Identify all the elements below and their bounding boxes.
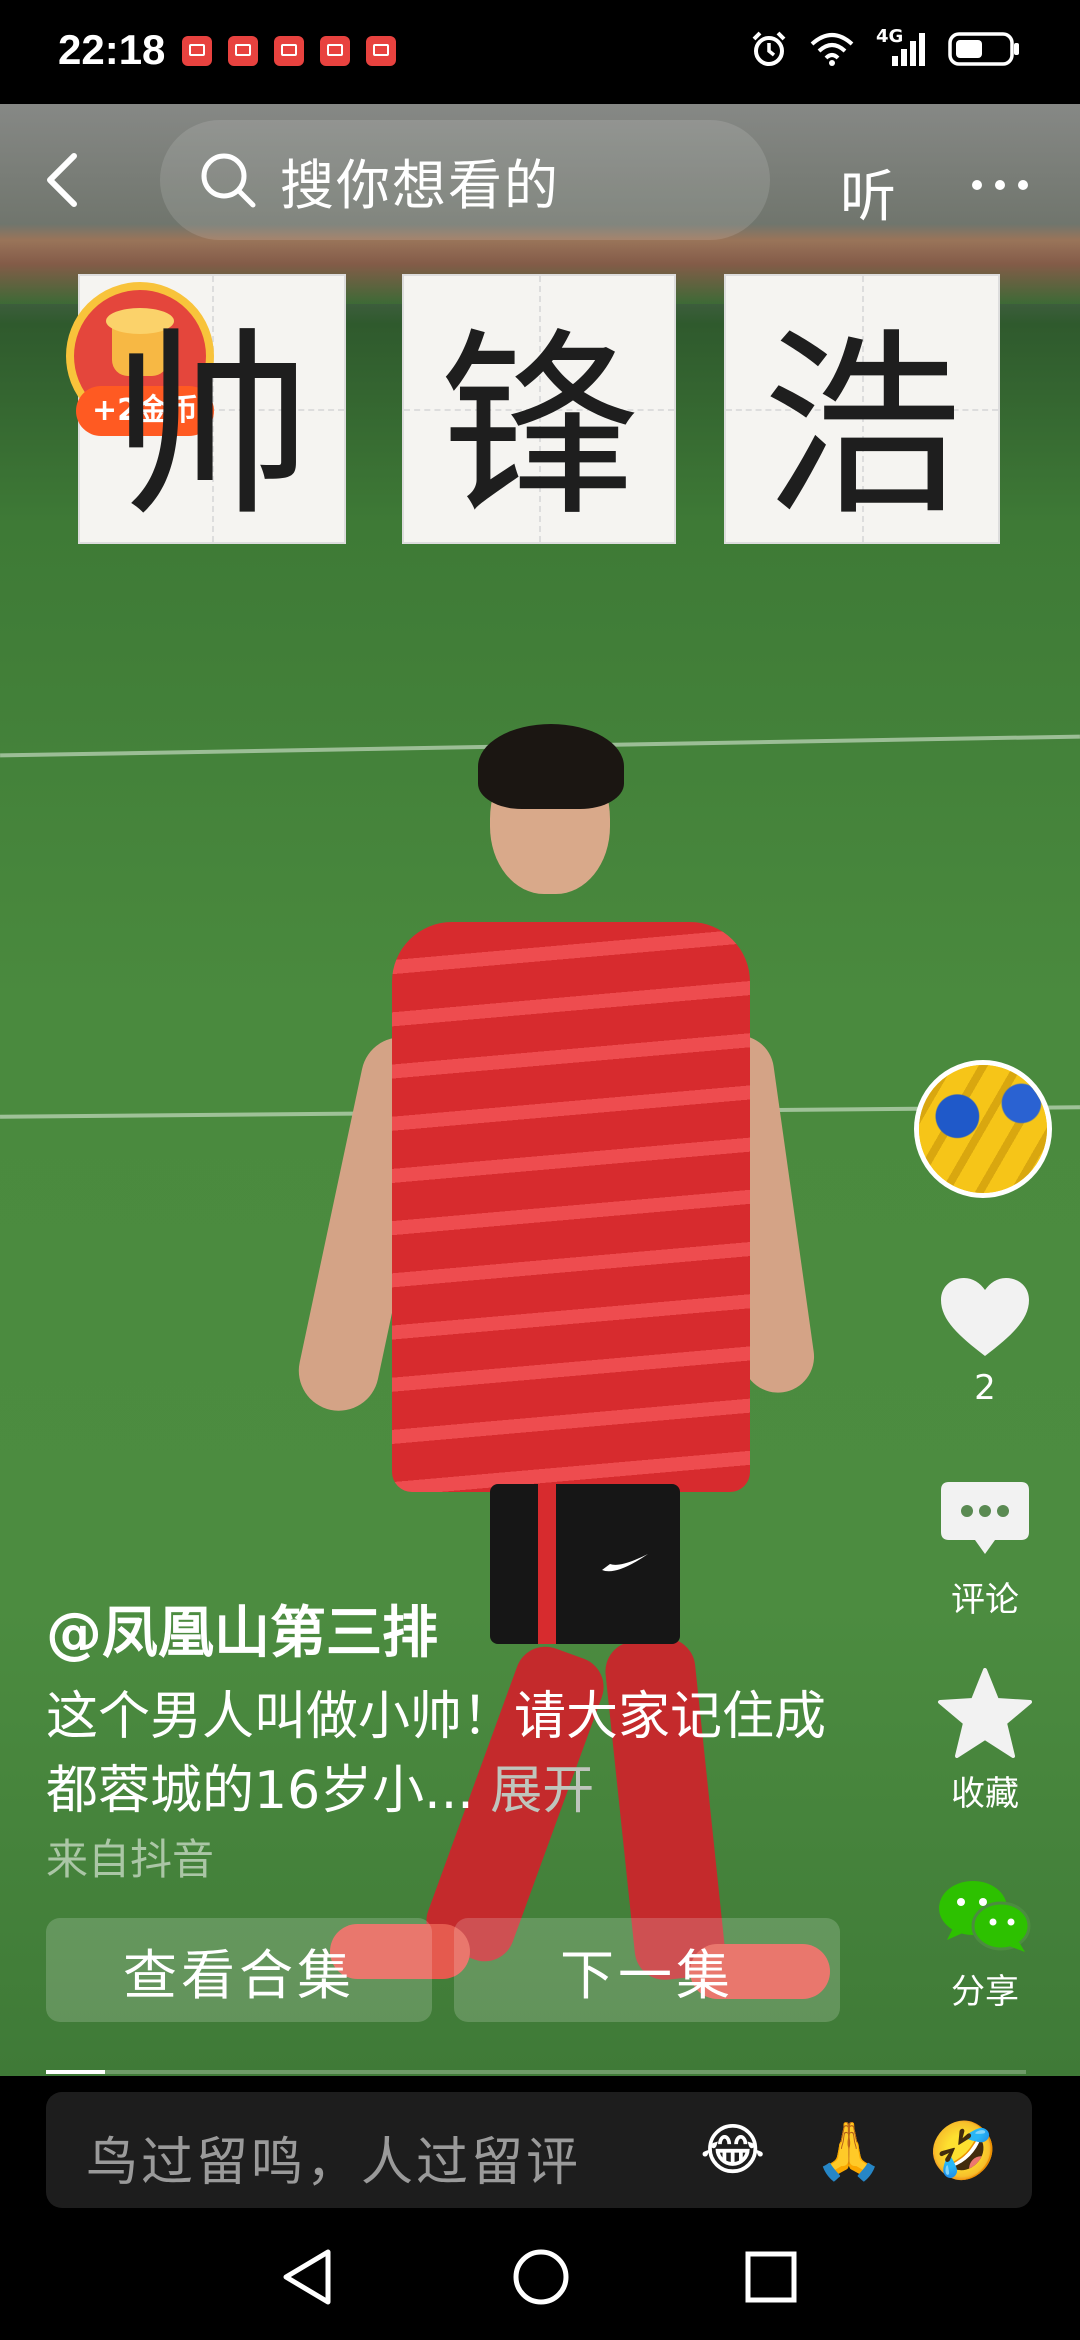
comment-icon bbox=[941, 1482, 1029, 1554]
dot-icon bbox=[972, 180, 982, 190]
status-bar: 22:18 4G bbox=[0, 0, 1080, 104]
description-text: 这个男人叫做小帅！请大家记住成都蓉城的16岁小... bbox=[46, 1687, 827, 1821]
wifi-icon bbox=[810, 33, 854, 66]
nav-back-icon[interactable] bbox=[280, 2248, 334, 2306]
author-name-link[interactable]: @凤凰山第三排 bbox=[46, 1588, 438, 1669]
nav-home-icon[interactable] bbox=[512, 2248, 570, 2306]
calligraphy-card: 帅 bbox=[78, 274, 346, 544]
like-button[interactable]: 2 bbox=[920, 1276, 1050, 1408]
status-time: 22:18 bbox=[58, 26, 166, 73]
heart-icon bbox=[941, 1278, 1029, 1356]
calligraphy-char: 锋 bbox=[438, 311, 639, 544]
wechat-icon bbox=[939, 1881, 1031, 1952]
search-icon bbox=[201, 153, 256, 208]
calligraphy-card: 浩 bbox=[724, 274, 1000, 544]
more-options-button[interactable] bbox=[972, 180, 1028, 190]
battery-icon bbox=[948, 32, 1019, 66]
rofl-emoji-button[interactable]: 🤣 bbox=[928, 2118, 998, 2184]
dot-icon bbox=[1018, 180, 1028, 190]
like-count: 2 bbox=[974, 1368, 996, 1408]
book-app-icon bbox=[274, 36, 304, 66]
listen-button[interactable]: 听 bbox=[840, 152, 896, 233]
alarm-icon bbox=[752, 31, 786, 66]
praying-hands-emoji-button[interactable]: 🙏 bbox=[814, 2118, 884, 2184]
book-app-icon bbox=[320, 36, 350, 66]
laughing-emoji-button[interactable]: 😂 bbox=[700, 2118, 765, 2183]
share-label: 分享 bbox=[951, 1972, 1019, 2012]
next-episode-button[interactable]: 下一集 bbox=[454, 1918, 840, 2022]
video-description: 这个男人叫做小帅！请大家记住成都蓉城的16岁小... 展开 bbox=[46, 1680, 826, 1828]
share-button[interactable]: 分享 bbox=[920, 1878, 1050, 2013]
dot-icon bbox=[995, 180, 1005, 190]
book-app-icon bbox=[182, 36, 212, 66]
search-placeholder: 搜你想看的 bbox=[280, 153, 560, 217]
calligraphy-char: 帅 bbox=[111, 311, 312, 544]
comment-placeholder: 鸟过留鸣，人过留评 bbox=[86, 2133, 582, 2193]
video-progress-fill bbox=[46, 2070, 105, 2074]
source-label: 来自抖音 bbox=[46, 1835, 215, 1884]
favorite-label: 收藏 bbox=[951, 1774, 1019, 1814]
book-app-icon bbox=[228, 36, 258, 66]
favorite-button[interactable]: 收藏 bbox=[920, 1668, 1050, 1815]
expand-link[interactable]: 展开 bbox=[490, 1761, 594, 1821]
comment-label: 评论 bbox=[951, 1580, 1019, 1620]
search-input[interactable]: 搜你想看的 bbox=[160, 120, 770, 240]
view-collection-button[interactable]: 查看合集 bbox=[46, 1918, 432, 2022]
author-avatar[interactable] bbox=[914, 1060, 1052, 1198]
nav-recents-icon[interactable] bbox=[744, 2250, 798, 2304]
book-app-icon bbox=[366, 36, 396, 66]
calligraphy-card: 锋 bbox=[402, 274, 676, 544]
comment-button[interactable]: 评论 bbox=[920, 1480, 1050, 1621]
calligraphy-char: 浩 bbox=[761, 311, 962, 544]
notification-icons bbox=[182, 36, 396, 66]
video-progress-bar[interactable] bbox=[46, 2070, 1026, 2074]
system-icons: 4G bbox=[750, 26, 1022, 68]
star-icon bbox=[938, 1668, 1032, 1758]
signal-icon: 4G bbox=[876, 26, 926, 68]
navigation-bar bbox=[0, 2210, 1080, 2340]
chevron-left-icon bbox=[47, 153, 77, 207]
back-button[interactable] bbox=[42, 150, 82, 214]
